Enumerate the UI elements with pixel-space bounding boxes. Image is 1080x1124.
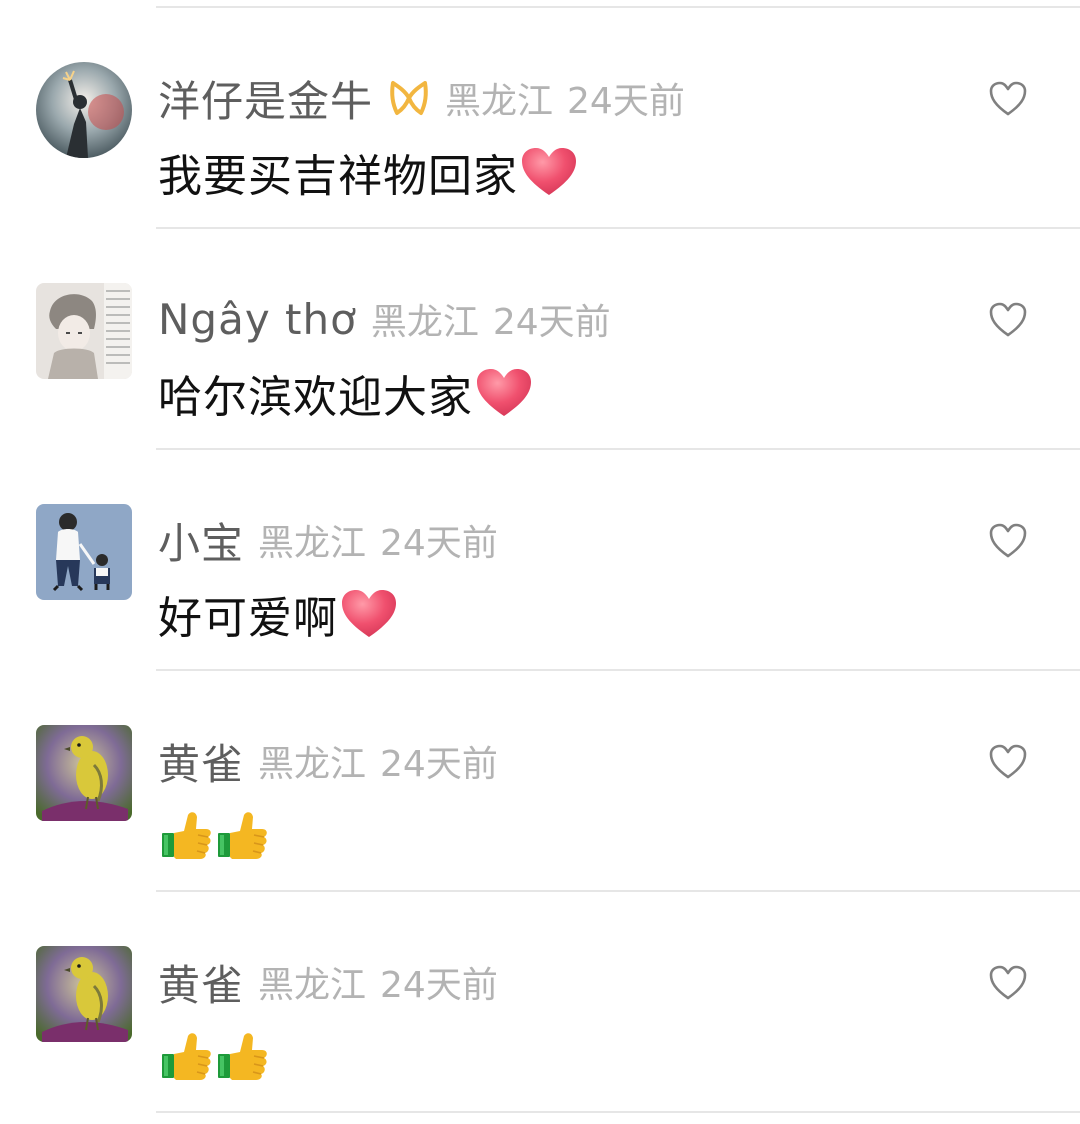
comment-body xyxy=(158,1024,270,1088)
location: 黑龙江 xyxy=(258,965,367,1006)
avatar[interactable] xyxy=(36,946,132,1042)
comment-body: 哈尔滨欢迎大家 xyxy=(158,361,533,425)
avatar[interactable] xyxy=(36,725,132,821)
comment-body xyxy=(158,803,270,867)
comment-item[interactable]: 黄雀 黑龙江 24天前 xyxy=(0,890,1080,1112)
like-heart-icon[interactable] xyxy=(988,80,1028,118)
username[interactable]: 洋仔是金牛 xyxy=(158,68,373,129)
heart-icon xyxy=(340,588,398,640)
comment-item[interactable]: Ngây thơ 黑龙江 24天前 哈尔滨欢迎大家 xyxy=(0,227,1080,449)
comment-body: 我要买吉祥物回家 xyxy=(158,140,578,204)
comment-meta: 洋仔是金牛 黑龙江 24天前 xyxy=(158,68,685,128)
like-heart-icon[interactable] xyxy=(988,964,1028,1002)
heart-icon xyxy=(475,367,533,419)
username[interactable]: Ngây thơ xyxy=(158,295,357,344)
location: 黑龙江 xyxy=(445,81,554,122)
location: 黑龙江 xyxy=(258,523,367,564)
thumbs-up-icon xyxy=(160,1030,214,1082)
timestamp: 24天前 xyxy=(380,744,498,785)
location: 黑龙江 xyxy=(370,302,479,343)
thumbs-up-icon xyxy=(160,809,214,861)
like-heart-icon[interactable] xyxy=(988,743,1028,781)
location: 黑龙江 xyxy=(258,744,367,785)
comment-text: 好可爱啊 xyxy=(158,593,338,644)
heart-icon xyxy=(520,146,578,198)
comment-body: 好可爱啊 xyxy=(158,582,398,646)
username[interactable]: 黄雀 xyxy=(158,952,244,1013)
like-heart-icon[interactable] xyxy=(988,301,1028,339)
comment-item[interactable]: 黄雀 黑龙江 24天前 xyxy=(0,669,1080,891)
like-heart-icon[interactable] xyxy=(988,522,1028,560)
comment-meta: 黄雀 黑龙江 24天前 xyxy=(158,952,498,1012)
thumbs-up-icon xyxy=(216,1030,270,1082)
comment-item[interactable]: 洋仔是金牛 黑龙江 24天前 我要买吉祥物回家 xyxy=(0,6,1080,228)
comment-item[interactable]: 小宝 黑龙江 24天前 好可爱啊 xyxy=(0,448,1080,670)
username[interactable]: 黄雀 xyxy=(158,731,244,792)
comment-meta: Ngây thơ 黑龙江 24天前 xyxy=(158,289,611,349)
username[interactable]: 小宝 xyxy=(158,510,244,571)
timestamp: 24天前 xyxy=(492,302,611,343)
timestamp: 24天前 xyxy=(380,523,498,564)
comment-meta: 小宝 黑龙江 24天前 xyxy=(158,510,498,570)
timestamp: 24天前 xyxy=(380,965,498,1006)
timestamp: 24天前 xyxy=(567,81,685,122)
avatar[interactable] xyxy=(36,504,132,600)
avatar[interactable] xyxy=(36,283,132,379)
thumbs-up-icon xyxy=(216,809,270,861)
comment-meta: 黄雀 黑龙江 24天前 xyxy=(158,731,498,791)
comment-text: 我要买吉祥物回家 xyxy=(158,151,518,202)
ribbon-icon xyxy=(387,79,431,117)
comment-text: 哈尔滨欢迎大家 xyxy=(158,372,473,423)
avatar[interactable] xyxy=(36,62,132,158)
